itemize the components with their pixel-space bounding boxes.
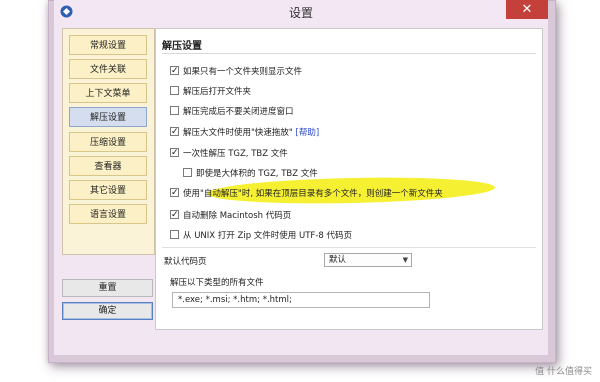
settings-window: 设置 ✕ 常规设置 文件关联 上下文菜单 解压设置 压缩设置 查看器 其它设置 …	[54, 0, 548, 355]
settings-sidebar: 常规设置 文件关联 上下文菜单 解压设置 压缩设置 查看器 其它设置 语言设置	[62, 28, 155, 255]
title-bar[interactable]: 设置 ✕	[54, 0, 548, 24]
sidebar-item-language[interactable]: 语言设置	[69, 204, 147, 224]
sidebar-item-viewer[interactable]: 查看器	[69, 156, 147, 176]
sidebar-item-file-assoc[interactable]: 文件关联	[69, 59, 147, 79]
chevron-down-icon: ▼	[402, 256, 408, 264]
close-button[interactable]: ✕	[506, 0, 548, 19]
file-types-input[interactable]: *.exe; *.msi; *.htm; *.html;	[172, 292, 430, 308]
checkbox-unchecked[interactable]	[170, 230, 179, 239]
checkbox-checked[interactable]: ✓	[170, 188, 179, 198]
settings-panel-overlay: ✓ 使用"自动解压"时, 如果在顶层目录有多个文件，则创建一个新文件夹 ✓ 自动…	[155, 28, 543, 330]
sidebar-item-other[interactable]: 其它设置	[69, 180, 147, 200]
codepage-value: 默认	[329, 255, 347, 265]
option-label: 自动删除 Macintosh 代码页	[183, 211, 292, 221]
sidebar-item-general[interactable]: 常规设置	[69, 35, 147, 55]
watermark: 值 什么值得买	[535, 367, 592, 377]
sidebar-item-compress[interactable]: 压缩设置	[69, 132, 147, 152]
option-label: 从 UNIX 打开 Zip 文件时使用 UTF-8 代码页	[183, 231, 352, 241]
option-label: 使用"自动解压"时, 如果在顶层目录有多个文件，则创建一个新文件夹	[183, 189, 443, 199]
ok-button[interactable]: 确定	[62, 302, 153, 320]
file-types-label: 解压以下类型的所有文件	[170, 278, 264, 288]
sidebar-item-extract[interactable]: 解压设置	[69, 107, 147, 127]
codepage-label: 默认代码页	[164, 257, 207, 267]
checkbox-checked[interactable]: ✓	[170, 210, 179, 220]
reset-button[interactable]: 重置	[62, 279, 153, 297]
codepage-select[interactable]: 默认 ▼	[324, 253, 412, 267]
window-title: 设置	[288, 6, 313, 20]
sidebar-item-context-menu[interactable]: 上下文菜单	[69, 83, 147, 103]
options-divider	[162, 247, 536, 248]
